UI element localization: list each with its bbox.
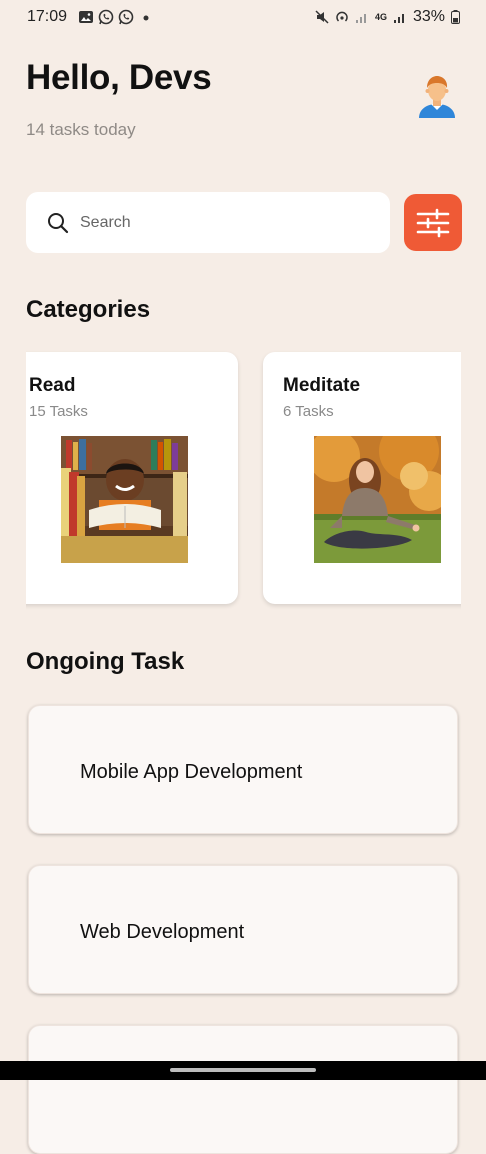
task-card[interactable] — [28, 1025, 458, 1154]
ongoing-task-heading: Ongoing Task — [26, 648, 185, 675]
gallery-icon — [79, 11, 93, 23]
notification-icons — [78, 9, 154, 25]
category-card-meditate[interactable]: Meditate 6 Tasks — [263, 352, 461, 604]
categories-carousel[interactable]: Read 15 Tasks Meditate 6 Tasks — [26, 345, 461, 615]
whatsapp-icon — [118, 9, 134, 25]
system-navigation-bar — [0, 1061, 486, 1080]
child-reading-book-photo — [61, 436, 188, 563]
status-time: 17:09 — [27, 8, 68, 25]
category-title: Meditate — [283, 375, 361, 396]
category-card-read[interactable]: Read 15 Tasks — [26, 352, 238, 604]
task-name: Mobile App Development — [80, 761, 303, 783]
sliders-icon — [416, 208, 450, 237]
task-card[interactable]: Mobile App Development — [28, 705, 458, 834]
category-task-count: 6 Tasks — [283, 403, 334, 420]
dot-icon — [143, 15, 149, 21]
hotspot-icon — [336, 11, 348, 22]
status-bar: 17:09 4G 33% — [0, 0, 486, 34]
signal-icon — [393, 14, 404, 23]
search-bar[interactable] — [26, 192, 390, 253]
network-type: 4G — [374, 11, 387, 22]
category-task-count: 15 Tasks — [29, 403, 88, 420]
woman-meditating-photo — [314, 436, 441, 563]
signal-icon — [355, 14, 366, 23]
category-title: Read — [29, 375, 76, 396]
search-icon — [48, 212, 69, 233]
person-avatar-icon[interactable] — [414, 74, 460, 120]
categories-heading: Categories — [26, 296, 151, 323]
task-name: Web Development — [80, 921, 245, 943]
system-icons: 4G 33% — [315, 8, 460, 26]
greeting-title: Hello, Devs — [26, 58, 212, 97]
home-gesture-handle[interactable] — [170, 1068, 316, 1072]
tasks-today-subtitle: 14 tasks today — [26, 120, 136, 139]
battery-icon — [451, 10, 460, 24]
filter-button[interactable] — [404, 194, 462, 251]
battery-percent: 33% — [412, 8, 445, 25]
task-card[interactable]: Web Development — [28, 865, 458, 994]
whatsapp-icon — [98, 9, 114, 25]
search-input[interactable] — [78, 212, 372, 233]
mute-icon — [315, 10, 329, 24]
